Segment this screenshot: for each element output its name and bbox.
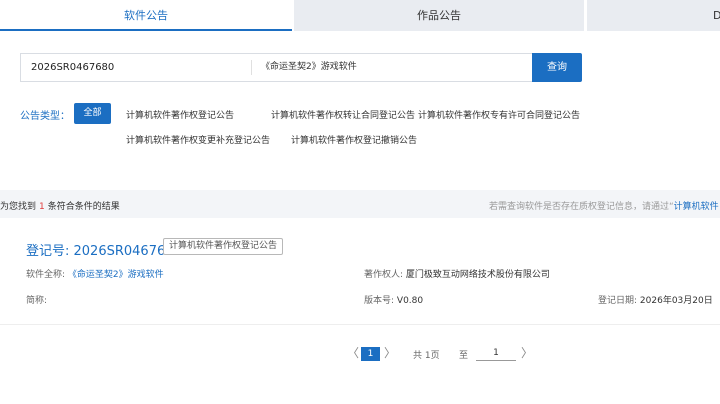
software-fullname: 软件全称: 《命运圣契2》游戏软件 xyxy=(26,267,164,280)
result-prefix: 为您找到 xyxy=(0,202,37,212)
search-divider xyxy=(251,60,252,75)
pledge-hint-text: 若需查询软件是否存在质权登记信息，请通过“ xyxy=(489,202,674,212)
tab-third[interactable]: D xyxy=(587,0,720,31)
filter-change-supplement[interactable]: 计算机软件著作权变更补充登记公告 xyxy=(126,133,270,146)
goto-label: 至 xyxy=(459,351,469,361)
filter-exclusive-license[interactable]: 计算机软件著作权专有许可合同登记公告 xyxy=(418,108,580,121)
software-fullname-label: 软件全称: xyxy=(26,270,66,280)
tab-software-announcement[interactable]: 软件公告 xyxy=(0,0,292,31)
search-button[interactable]: 查询 xyxy=(532,53,582,82)
filter-all-button[interactable]: 全部 xyxy=(74,103,111,124)
software-abbreviation: 简称: xyxy=(26,293,47,306)
goto-page-input[interactable] xyxy=(476,346,516,361)
pledge-hint: 若需查询软件是否存在质权登记信息，请通过“计算机软件 xyxy=(489,199,719,212)
pledge-hint-link[interactable]: 计算机软件 xyxy=(674,202,719,212)
total-pages: 共 1页 xyxy=(413,351,440,361)
filter-transfer-contract[interactable]: 计算机软件著作权转让合同登记公告 xyxy=(271,108,415,121)
result-count: 1 xyxy=(39,202,45,212)
tab-bar: 软件公告 作品公告 D xyxy=(0,0,720,31)
announcement-type-badge: 计算机软件著作权登记公告 xyxy=(163,238,284,255)
software-abbreviation-label: 简称: xyxy=(26,296,48,306)
filter-revocation[interactable]: 计算机软件著作权登记撤销公告 xyxy=(291,133,417,146)
tab-works-announcement[interactable]: 作品公告 xyxy=(294,0,584,31)
search-box xyxy=(20,53,532,82)
copyright-owner-value: 厦门极致互动网络技术股份有限公司 xyxy=(405,270,550,280)
version-number-label: 版本号: xyxy=(364,296,395,306)
result-count-text: 为您找到 1 条符合条件的结果 xyxy=(0,199,120,212)
registration-date: 登记日期: 2026年03月20日 xyxy=(598,293,713,306)
result-suffix: 条符合条件的结果 xyxy=(47,202,120,212)
registration-date-value: 2026年03月20日 xyxy=(639,296,713,306)
software-name-input[interactable] xyxy=(261,54,521,81)
version-number: 版本号: V0.80 xyxy=(364,293,423,306)
copyright-owner: 著作权人: 厦门极致互动网络技术股份有限公司 xyxy=(364,267,550,280)
filter-label: 公告类型： xyxy=(20,111,70,122)
filter-registration[interactable]: 计算机软件著作权登记公告 xyxy=(126,108,234,121)
copyright-owner-label: 著作权人: xyxy=(364,270,404,280)
next-page-icon[interactable]: 〉 xyxy=(384,344,396,360)
prev-page-icon[interactable]: 〈 xyxy=(347,344,359,360)
reg-number-input[interactable] xyxy=(31,54,241,81)
current-page-button[interactable]: 1 xyxy=(361,347,380,361)
version-number-value: V0.80 xyxy=(396,296,424,306)
divider xyxy=(0,324,720,325)
software-fullname-value[interactable]: 《命运圣契2》游戏软件 xyxy=(68,270,164,280)
goto-page-icon[interactable]: 〉 xyxy=(521,344,533,360)
registration-number-link[interactable]: 登记号: 2026SR0467680 xyxy=(26,240,182,259)
registration-date-label: 登记日期: xyxy=(598,296,638,306)
